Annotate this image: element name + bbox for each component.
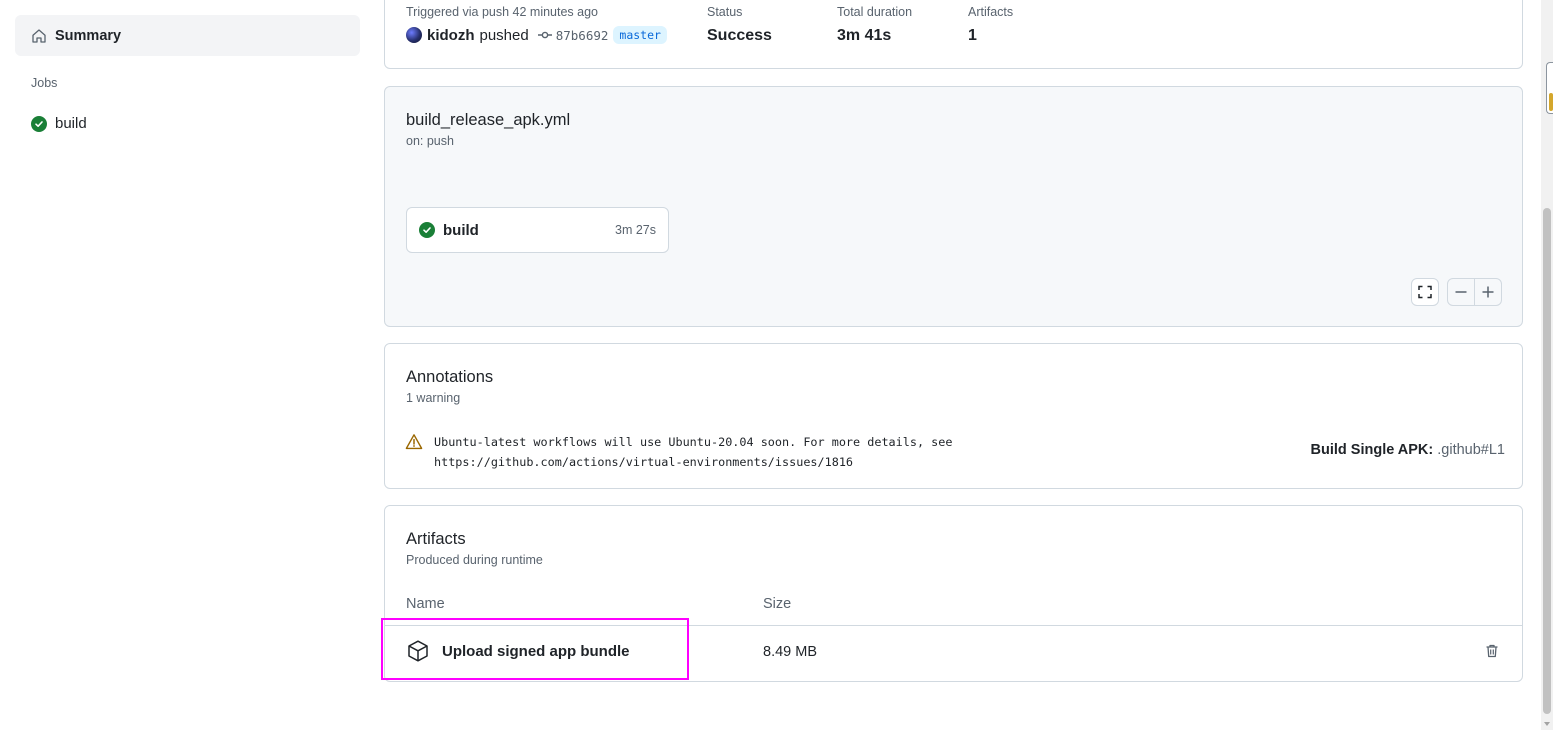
sidebar-item-label: build xyxy=(55,115,87,132)
annotation-job: Build Single APK: xyxy=(1310,442,1434,458)
annotation-location[interactable]: Build Single APK: .github#L1 xyxy=(1311,442,1505,458)
zoom-out-button[interactable] xyxy=(1447,278,1475,306)
artifacts-subtitle: Produced during runtime xyxy=(406,553,543,567)
scroll-down-arrow-icon[interactable] xyxy=(1544,722,1550,726)
status-info: Status Success xyxy=(707,5,772,45)
sidebar-item-label: Summary xyxy=(55,27,122,44)
trigger-info: Triggered via push 42 minutes ago kidozh… xyxy=(406,5,667,44)
trash-icon[interactable] xyxy=(1484,643,1500,659)
artifacts-count-info: Artifacts 1 xyxy=(968,5,1013,45)
annotations-count: 1 warning xyxy=(406,391,461,405)
divider xyxy=(385,625,1522,626)
duration-label: Total duration xyxy=(837,5,913,19)
workflow-file-name: build_release_apk.yml xyxy=(406,111,571,129)
annotation-file: .github#L1 xyxy=(1437,442,1505,458)
artifact-name: Upload signed app bundle xyxy=(442,642,630,660)
sidebar: Summary Jobs build xyxy=(0,0,372,730)
column-header-name: Name xyxy=(406,596,445,612)
artifacts-title: Artifacts xyxy=(406,530,466,548)
artifacts-section: Artifacts Produced during runtime Name S… xyxy=(384,505,1523,682)
commit-sha-link[interactable]: 87b6692 xyxy=(556,28,609,43)
fullscreen-button[interactable] xyxy=(1411,278,1439,306)
duration-value: 3m 41s xyxy=(837,27,892,44)
dash-icon xyxy=(1455,291,1467,293)
side-panel-tab[interactable] xyxy=(1546,62,1553,114)
indicator xyxy=(1549,93,1553,111)
avatar[interactable] xyxy=(406,27,422,43)
branch-badge[interactable]: master xyxy=(613,26,667,44)
annotations-title: Annotations xyxy=(406,368,494,386)
duration-info: Total duration 3m 41s xyxy=(837,5,912,45)
plus-icon xyxy=(1482,286,1494,298)
artifact-size: 8.49 MB xyxy=(763,644,817,660)
sidebar-item-summary[interactable]: Summary xyxy=(15,15,360,56)
artifacts-count-label: Artifacts xyxy=(968,5,1014,19)
run-summary: Triggered via push 42 minutes ago kidozh… xyxy=(384,0,1523,69)
status-value: Success xyxy=(707,27,772,44)
artifacts-count-value[interactable]: 1 xyxy=(968,27,1013,45)
actor-link[interactable]: kidozh xyxy=(427,27,475,44)
job-duration: 3m 27s xyxy=(615,223,656,237)
jobs-heading: Jobs xyxy=(31,76,58,90)
action-text: pushed xyxy=(479,26,529,44)
sidebar-item-build[interactable]: build xyxy=(31,115,87,132)
push-details: kidozh pushed 87b6692 master xyxy=(406,26,667,44)
check-circle-icon xyxy=(31,115,47,132)
git-commit-icon xyxy=(537,31,552,39)
workflow-trigger: on: push xyxy=(406,134,454,148)
job-name: build xyxy=(443,221,479,239)
alert-icon xyxy=(405,434,423,450)
package-icon xyxy=(408,640,428,662)
artifact-download-link[interactable]: Upload signed app bundle xyxy=(406,639,630,663)
scrollbar-thumb[interactable] xyxy=(1543,208,1551,714)
check-circle-icon xyxy=(419,222,435,238)
home-icon xyxy=(32,28,46,43)
annotations-section: Annotations 1 warning Ubuntu-latest work… xyxy=(384,343,1523,489)
job-node-build[interactable]: build 3m 27s xyxy=(406,207,669,253)
workflow-graph: build_release_apk.yml on: push build 3m … xyxy=(384,86,1523,327)
screen-full-icon xyxy=(1418,285,1432,299)
annotation-message: Ubuntu-latest workflows will use Ubuntu-… xyxy=(434,435,953,469)
column-header-size: Size xyxy=(763,596,792,612)
zoom-in-button[interactable] xyxy=(1474,278,1502,306)
trigger-label: Triggered via push 42 minutes ago xyxy=(406,5,599,19)
status-label: Status xyxy=(707,5,743,19)
